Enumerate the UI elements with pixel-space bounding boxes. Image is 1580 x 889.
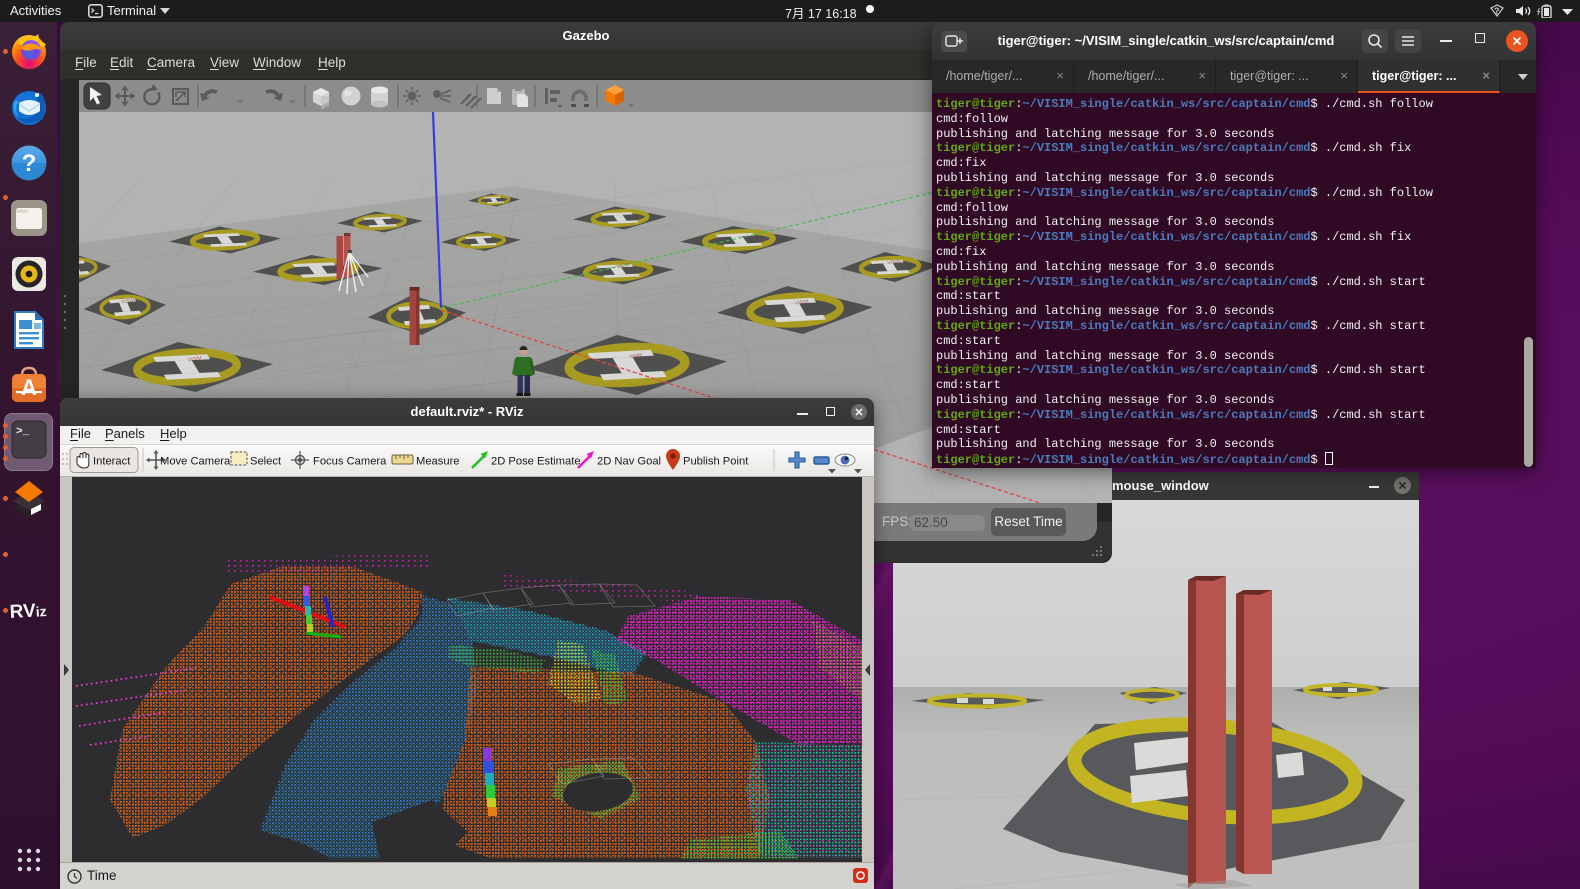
- svg-text:A: A: [21, 375, 37, 400]
- svg-text:Publish Point: Publish Point: [683, 456, 749, 468]
- svg-text:RViz: RViz: [9, 600, 47, 623]
- svg-text:?: ?: [22, 150, 37, 177]
- svg-text:Move Camera: Move Camera: [160, 456, 231, 468]
- svg-text:?: ?: [1494, 6, 1500, 16]
- svg-text:Measure: Measure: [416, 456, 460, 468]
- svg-text:>_: >_: [16, 426, 30, 438]
- svg-text:2D Nav Goal: 2D Nav Goal: [597, 456, 661, 468]
- svg-text:Interact: Interact: [93, 456, 131, 468]
- svg-text:Focus Camera: Focus Camera: [313, 456, 387, 468]
- svg-text:2D Pose Estimate: 2D Pose Estimate: [491, 456, 581, 468]
- svg-text:Select: Select: [250, 456, 282, 468]
